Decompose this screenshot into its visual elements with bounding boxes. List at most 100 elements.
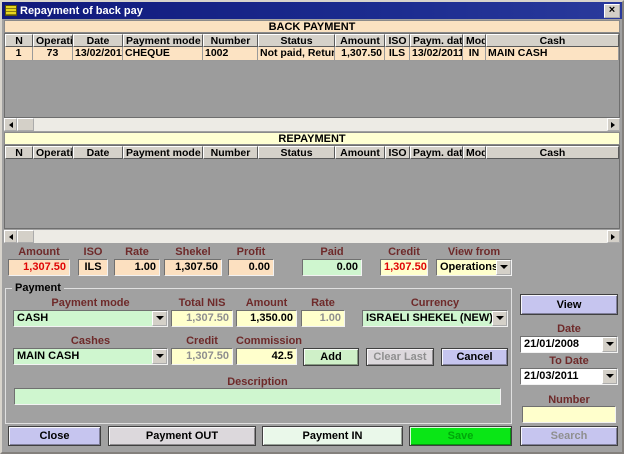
title-bar: Repayment of back pay × xyxy=(2,2,622,19)
column-header: Payment mode xyxy=(123,34,203,47)
cell[interactable]: CHEQUE xyxy=(123,47,203,61)
column-header: Status xyxy=(258,146,335,159)
number-label: Number xyxy=(520,395,618,406)
close-icon[interactable]: × xyxy=(604,4,620,18)
column-header: Date xyxy=(73,34,123,47)
cell[interactable]: MAIN CASH xyxy=(486,47,619,61)
description-input[interactable] xyxy=(14,388,501,405)
column-header: Cash xyxy=(486,34,619,47)
repayment-dialog: Repayment of back pay × BACK PAYMENT NOp… xyxy=(0,0,624,454)
close-button[interactable]: Close xyxy=(8,426,101,446)
cell[interactable]: 1,307.50 xyxy=(335,47,385,61)
view-from-select[interactable]: Operations xyxy=(436,259,512,276)
repayment-section-title: REPAYMENT xyxy=(4,132,620,145)
scroll-left-icon[interactable] xyxy=(4,230,17,243)
app-icon xyxy=(5,5,17,16)
totals-profit-value: 0.00 xyxy=(228,259,274,276)
scroll-track[interactable] xyxy=(34,230,607,243)
scroll-right-icon[interactable] xyxy=(607,230,620,243)
payment-credit-label: Credit xyxy=(171,336,233,347)
totals-iso-value: ILS xyxy=(78,259,108,276)
scroll-thumb[interactable] xyxy=(17,230,34,243)
payment-amount-label: Amount xyxy=(236,298,297,309)
totals-amount-value: 1,307.50 xyxy=(8,259,70,276)
view-button[interactable]: View xyxy=(520,294,618,315)
date-label: Date xyxy=(520,324,618,335)
cell[interactable]: ILS xyxy=(385,47,410,61)
column-header: Status xyxy=(258,34,335,47)
cell[interactable]: IN xyxy=(463,47,486,61)
column-header: ISO xyxy=(385,34,410,47)
payment-mode-select[interactable]: CASH xyxy=(13,310,168,327)
cashes-select[interactable]: MAIN CASH xyxy=(13,348,168,365)
cell[interactable]: 1002 xyxy=(203,47,258,61)
cell[interactable]: 13/02/2011 xyxy=(410,47,463,61)
to-date-label: To Date xyxy=(520,356,618,367)
chevron-down-icon[interactable] xyxy=(602,369,617,384)
column-header: Number xyxy=(203,34,258,47)
column-header: Paym. date xyxy=(410,146,463,159)
column-header: Payment mode xyxy=(123,146,203,159)
column-header: Amount xyxy=(335,146,385,159)
totals-profit-label: Profit xyxy=(228,247,274,258)
chevron-down-icon[interactable] xyxy=(496,260,511,275)
total-nis-label: Total NIS xyxy=(171,298,233,309)
column-header: Amount xyxy=(335,34,385,47)
repayment-table: NOperationDatePayment modeNumberStatusAm… xyxy=(4,145,620,229)
total-nis-value: 1,307.50 xyxy=(171,310,233,327)
payment-in-button[interactable]: Payment IN xyxy=(262,426,403,446)
back-payment-table: NOperationDatePayment modeNumberStatusAm… xyxy=(4,33,620,118)
currency-label: Currency xyxy=(362,298,508,309)
payment-rate-value: 1.00 xyxy=(301,310,345,327)
totals-shekel-value: 1,307.50 xyxy=(164,259,222,276)
to-date-select[interactable]: 21/03/2011 xyxy=(520,368,618,385)
table-row[interactable]: 17313/02/2011CHEQUE1002Not paid, Return1… xyxy=(5,47,619,61)
cell[interactable]: 1 xyxy=(5,47,33,61)
commission-label: Commission xyxy=(236,336,306,347)
header-row: NOperationDatePayment modeNumberStatusAm… xyxy=(5,146,619,159)
payment-rate-label: Rate xyxy=(301,298,345,309)
totals-shekel-label: Shekel xyxy=(164,247,222,258)
column-header: Number xyxy=(203,146,258,159)
cell[interactable]: 73 xyxy=(33,47,73,61)
chevron-down-icon[interactable] xyxy=(152,349,167,364)
chevron-down-icon[interactable] xyxy=(152,311,167,326)
payment-out-button[interactable]: Payment OUT xyxy=(108,426,256,446)
scroll-track[interactable] xyxy=(34,118,607,131)
back-payment-hscrollbar[interactable] xyxy=(4,118,620,131)
payment-mode-label: Payment mode xyxy=(13,298,168,309)
cancel-button[interactable]: Cancel xyxy=(441,348,508,366)
totals-rate-label: Rate xyxy=(114,247,160,258)
column-header: Date xyxy=(73,146,123,159)
repayment-hscrollbar[interactable] xyxy=(4,230,620,243)
column-header: Mode xyxy=(463,34,486,47)
column-header: ISO xyxy=(385,146,410,159)
scroll-right-icon[interactable] xyxy=(607,118,620,131)
back-payment-section-title: BACK PAYMENT xyxy=(4,20,620,33)
view-from-label: View from xyxy=(436,247,512,258)
save-button[interactable]: Save xyxy=(409,426,512,446)
number-input[interactable] xyxy=(522,406,616,423)
commission-input[interactable]: 42.5 xyxy=(236,348,297,365)
scroll-left-icon[interactable] xyxy=(4,118,17,131)
cell[interactable]: Not paid, Return xyxy=(258,47,335,61)
payment-group-label: Payment xyxy=(12,282,64,294)
date-select[interactable]: 21/01/2008 xyxy=(520,336,618,353)
chevron-down-icon[interactable] xyxy=(602,337,617,352)
search-button[interactable]: Search xyxy=(520,426,618,446)
payment-amount-input[interactable]: 1,350.00 xyxy=(236,310,297,327)
add-button[interactable]: Add xyxy=(303,348,359,366)
window-title: Repayment of back pay xyxy=(20,5,604,17)
clear-last-button[interactable]: Clear Last xyxy=(366,348,434,366)
column-header: Operation xyxy=(33,146,73,159)
column-header: Cash xyxy=(486,146,619,159)
chevron-down-icon[interactable] xyxy=(492,311,507,326)
scroll-thumb[interactable] xyxy=(17,118,34,131)
column-header: Paym. date xyxy=(410,34,463,47)
column-header: N xyxy=(5,146,33,159)
currency-select[interactable]: ISRAELI SHEKEL (NEW) xyxy=(362,310,508,327)
cashes-label: Cashes xyxy=(13,336,168,347)
description-label: Description xyxy=(14,377,501,388)
header-row: NOperationDatePayment modeNumberStatusAm… xyxy=(5,34,619,47)
cell[interactable]: 13/02/2011 xyxy=(73,47,123,61)
